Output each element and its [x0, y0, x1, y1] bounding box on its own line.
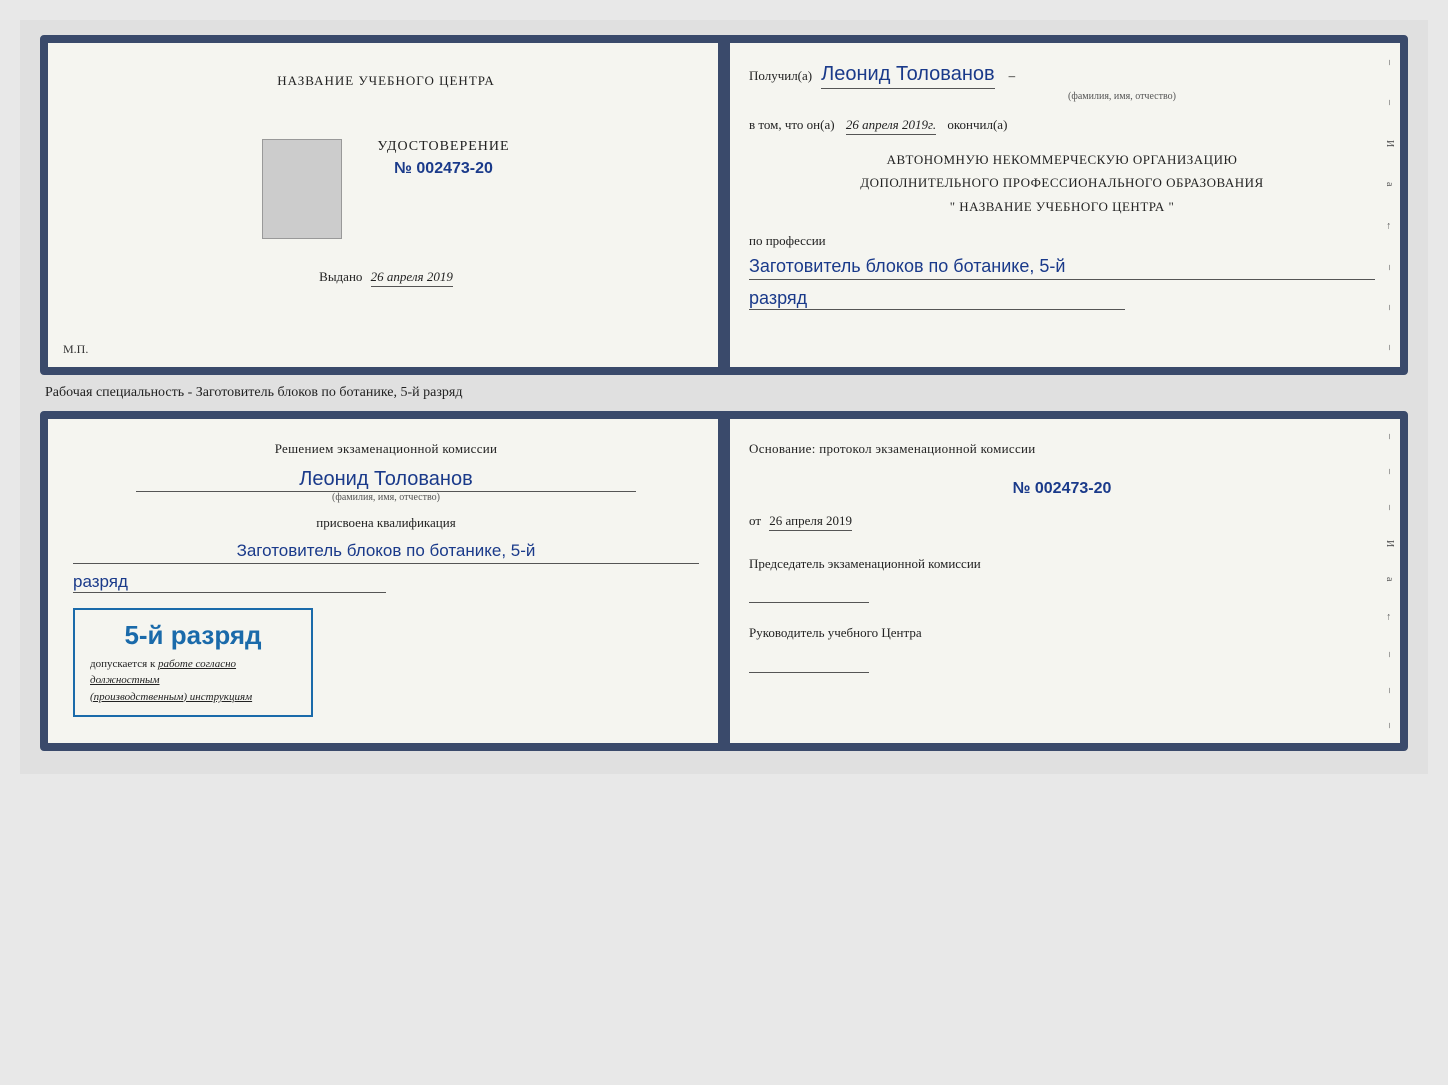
razryad-bottom: разряд [73, 572, 386, 593]
side-mark-b4: – [1384, 652, 1395, 657]
date-value: 26 апреля 2019г. [846, 117, 936, 135]
side-mark-a: а [1384, 182, 1395, 186]
side-mark-b5: – [1384, 688, 1395, 693]
org-line2: ДОПОЛНИТЕЛЬНОГО ПРОФЕССИОНАЛЬНОГО ОБРАЗО… [749, 171, 1375, 194]
right-side-marks-bottom: – – – И а ← – – – [1382, 419, 1397, 743]
side-mark-dash1: – [1384, 60, 1395, 65]
decision-text: Решением экзаменационной комиссии [73, 439, 699, 460]
razryad-value-top: разряд [749, 288, 1125, 310]
chairman-label: Председатель экзаменационной комиссии [749, 554, 1375, 574]
bottom-fio-label: (фамилия, имя, отчество) [73, 492, 699, 503]
side-mark-b6: – [1384, 723, 1395, 728]
profession-label: по профессии [749, 233, 1375, 249]
cert-number: № 002473-20 [394, 160, 493, 178]
stamp-box: 5-й разряд допускается к работе согласно… [73, 608, 313, 718]
side-mark-ba: а [1384, 577, 1395, 581]
bottom-document-card: Решением экзаменационной комиссии Леонид… [40, 411, 1408, 751]
side-mark-barrow: ← [1384, 612, 1395, 622]
side-mark-arrow: ← [1384, 221, 1395, 231]
bottom-person-name: Леонид Толованов [136, 468, 637, 492]
bottom-doc-right: Основание: протокол экзаменационной коми… [724, 419, 1400, 743]
director-signature-line [749, 648, 869, 673]
org-line3: " НАЗВАНИЕ УЧЕБНОГО ЦЕНТРА " [749, 195, 1375, 218]
side-mark-dash5: – [1384, 345, 1395, 350]
chairman-signature-line [749, 578, 869, 603]
stamp-italic: (производственным) инструкциям [90, 691, 252, 703]
qualification-label: присвоена квалификация [73, 515, 699, 531]
cert-text-block: УДОСТОВЕРЕНИЕ № 002473-20 [377, 139, 509, 178]
issued-date: 26 апреля 2019 [371, 269, 453, 287]
recipient-block: Получил(а) Леонид Толованов – (фамилия, … [749, 63, 1375, 102]
completed-label: окончил(а) [947, 117, 1007, 132]
side-mark-b3: – [1384, 505, 1395, 510]
cert-number-value: 002473-20 [416, 160, 493, 177]
side-mark-b2: – [1384, 469, 1395, 474]
side-mark-bi: И [1384, 540, 1395, 547]
protocol-number: № 002473-20 [749, 480, 1375, 498]
recipient-name: Леонид Толованов [821, 63, 995, 89]
top-doc-right: Получил(а) Леонид Толованов – (фамилия, … [724, 43, 1400, 367]
top-org-name: НАЗВАНИЕ УЧЕБНОГО ЦЕНТРА [277, 73, 494, 89]
stamp-admission: допускается к работе согласно должностны… [90, 656, 296, 706]
stamp-grade: 5-й разряд [90, 620, 296, 651]
from-prefix: от [749, 513, 761, 528]
specialty-label: Рабочая специальность - Заготовитель бло… [45, 385, 1408, 401]
cert-title: УДОСТОВЕРЕНИЕ [377, 139, 509, 155]
side-mark-dash4: – [1384, 305, 1395, 310]
photo-placeholder [262, 139, 342, 239]
side-mark-dash2: – [1384, 100, 1395, 105]
issued-line: Выдано 26 апреля 2019 [319, 269, 453, 285]
top-doc-left-content: НАЗВАНИЕ УЧЕБНОГО ЦЕНТРА УДОСТОВЕРЕНИЕ №… [73, 63, 699, 285]
osnov-label: Основание: протокол экзаменационной коми… [749, 439, 1375, 460]
org-line1: АВТОНОМНУЮ НЕКОММЕРЧЕСКУЮ ОРГАНИЗАЦИЮ [749, 148, 1375, 171]
from-date-block: от 26 апреля 2019 [749, 513, 1375, 529]
qualification-value: Заготовитель блоков по ботанике, 5-й [73, 539, 699, 564]
bottom-doc-left: Решением экзаменационной комиссии Леонид… [48, 419, 724, 743]
from-date-value: 26 апреля 2019 [769, 513, 852, 531]
profession-value: Заготовитель блоков по ботанике, 5-й [749, 254, 1375, 280]
side-mark-i: И [1384, 140, 1395, 147]
cert-number-prefix: № [394, 160, 412, 177]
side-mark-b1: – [1384, 434, 1395, 439]
top-doc-left: НАЗВАНИЕ УЧЕБНОГО ЦЕНТРА УДОСТОВЕРЕНИЕ №… [48, 43, 724, 367]
date-prefix: в том, что он(а) [749, 117, 835, 132]
cert-info-block: УДОСТОВЕРЕНИЕ № 002473-20 [262, 139, 509, 239]
date-line: в том, что он(а) 26 апреля 2019г. окончи… [749, 117, 1375, 133]
dash-mark: – [1009, 68, 1016, 83]
right-side-marks-top: – – И а ← – – – [1382, 43, 1397, 367]
page-wrapper: НАЗВАНИЕ УЧЕБНОГО ЦЕНТРА УДОСТОВЕРЕНИЕ №… [20, 20, 1428, 774]
mp-label: М.П. [63, 342, 88, 357]
issued-label: Выдано [319, 269, 362, 284]
org-block: АВТОНОМНУЮ НЕКОММЕРЧЕСКУЮ ОРГАНИЗАЦИЮ ДО… [749, 148, 1375, 218]
received-prefix: Получил(а) [749, 68, 812, 83]
fio-label-top: (фамилия, имя, отчество) [869, 91, 1375, 102]
stamp-admission-label: допускается к [90, 658, 155, 670]
top-document-card: НАЗВАНИЕ УЧЕБНОГО ЦЕНТРА УДОСТОВЕРЕНИЕ №… [40, 35, 1408, 375]
side-mark-dash3: – [1384, 265, 1395, 270]
director-label: Руководитель учебного Центра [749, 623, 1375, 643]
